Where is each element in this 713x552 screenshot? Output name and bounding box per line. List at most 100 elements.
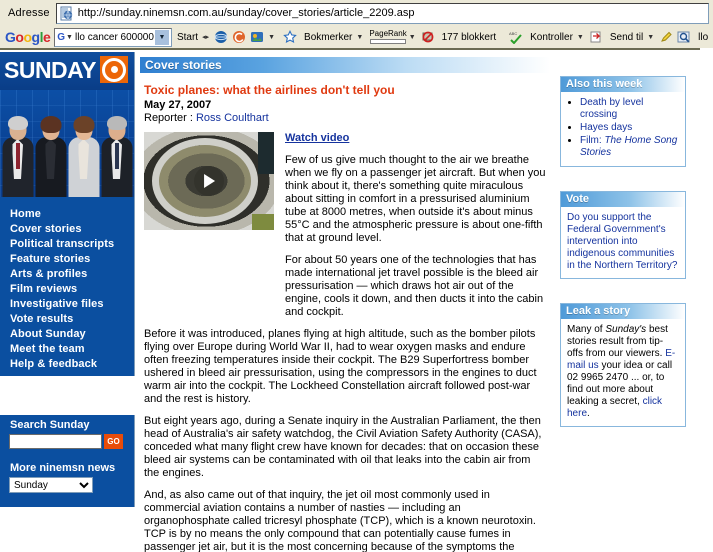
also-link-2[interactable]: Hayes days [580, 122, 632, 133]
article-paragraph-2: For about 50 years one of the technologi… [285, 254, 544, 318]
search-web-icon[interactable] [214, 30, 228, 44]
sidebar-item-film-reviews[interactable]: Film reviews [0, 282, 134, 297]
photos-icon[interactable] [250, 30, 264, 44]
toolbar-button-pagerank[interactable]: PageRank ▼ [366, 27, 418, 47]
leak-text-italic: Sunday's [605, 324, 647, 335]
vote-body: Do you support the Federal Government's … [561, 207, 685, 278]
also-this-week-panel: Also this week Death by level crossing H… [560, 76, 686, 167]
toolbar-button-spellcheck[interactable]: Kontroller ▼ [525, 27, 587, 47]
also-link-1[interactable]: Death by level crossing [580, 97, 643, 120]
popup-blocker-icon[interactable] [421, 30, 435, 44]
spellcheck-icon[interactable]: ABC [509, 30, 523, 45]
article-paragraph-3: Before it was introduced, planes flying … [144, 328, 537, 405]
toolbar-bookmarks-label: Bokmerker [304, 31, 353, 43]
presenter-3 [68, 116, 99, 197]
vote-panel: Vote Do you support the Federal Governme… [560, 191, 686, 279]
vote-question-link[interactable]: Do you support the Federal Government's … [567, 212, 677, 271]
watch-video-link[interactable]: Watch video [285, 132, 349, 144]
presenter-shirt [45, 139, 56, 179]
reporter-link[interactable]: Ross Coulthart [196, 112, 269, 124]
browser-window: Adresse http://sunday.ninemsn.com.au/sun… [0, 0, 713, 552]
google-toolbar: Google G ▼ llo cancer 600000 ▼ Start ◂▸ … [0, 26, 713, 49]
more-news-label: More ninemsn news [10, 462, 116, 474]
sidebar-item-investigative-files[interactable]: Investigative files [0, 297, 134, 312]
chevron-down-icon[interactable]: ▼ [645, 34, 654, 41]
toolbar-more-chevron-icon[interactable]: ▼ [266, 34, 275, 41]
presenter-hair [106, 116, 127, 130]
vertical-scrollbar[interactable] [700, 48, 713, 552]
article-date: May 27, 2007 [144, 99, 212, 111]
toolbar-button-start[interactable]: Start ◂▸ [172, 27, 212, 47]
search-input[interactable] [9, 434, 102, 449]
toolbar-button-blocked-count[interactable]: 177 blokkert [437, 27, 501, 47]
play-button-icon[interactable] [204, 174, 216, 188]
list-item[interactable]: Death by level crossing [580, 97, 679, 121]
chevron-down-icon[interactable]: ◂▸ [200, 33, 209, 41]
sidebar-item-vote-results[interactable]: Vote results [0, 312, 134, 327]
also-link-3[interactable]: Film: The Home Song Stories [580, 135, 677, 158]
address-url-text: http://sunday.ninemsn.com.au/sunday/cove… [77, 7, 415, 19]
address-bar-label: Adresse [8, 7, 50, 19]
sidebar-item-help-feedback[interactable]: Help & feedback [0, 357, 134, 372]
leak-a-story-panel: Leak a story Many of Sunday's best stori… [560, 303, 686, 427]
sidebar-item-home[interactable]: Home [0, 207, 134, 222]
article-paragraph-1: Few of us give much thought to the air w… [285, 154, 546, 244]
leak-text-1: Many of [567, 324, 606, 335]
presenter-2 [35, 116, 66, 197]
article-byline: Reporter : Ross Coulthart [144, 112, 546, 124]
svg-text:ABC: ABC [509, 31, 517, 36]
highlighter-icon[interactable] [659, 30, 673, 44]
send-to-icon[interactable] [589, 30, 603, 44]
google-search-input[interactable]: G ▼ llo cancer 600000 ▼ [54, 27, 172, 47]
find-word-icon[interactable] [677, 30, 691, 44]
article: Toxic planes: what the airlines don't te… [136, 73, 554, 552]
article-body: Before it was introduced, planes flying … [144, 328, 546, 552]
list-item[interactable]: Hayes days [580, 122, 679, 134]
page-viewport: SUNDAY Home Cover stories Political tran… [0, 48, 713, 552]
gmail-swirl-icon[interactable] [232, 30, 246, 44]
also-this-week-list: Death by level crossing Hayes days Film:… [567, 97, 679, 159]
sidebar-item-cover-stories[interactable]: Cover stories [0, 222, 134, 237]
chevron-down-icon[interactable]: ▼ [407, 34, 416, 41]
toolbar-button-send-to[interactable]: Send til ▼ [605, 27, 657, 47]
chevron-down-icon[interactable]: ▼ [354, 34, 363, 41]
pagerank-meter-icon: PageRank [369, 29, 407, 44]
leak-a-story-body: Many of Sunday's best stories result fro… [561, 319, 685, 426]
presenter-tie [114, 143, 119, 169]
toolbar-find-term-label: llo [698, 31, 709, 43]
chevron-down-icon[interactable]: ▼ [575, 34, 584, 41]
sidebar-nav: Home Cover stories Political transcripts… [0, 197, 135, 376]
also-link-3-text: Film: The Home Song Stories [580, 135, 678, 158]
section-header: Cover stories [140, 57, 550, 73]
brand-wordmark: SUNDAY [4, 57, 97, 83]
star-icon[interactable] [283, 30, 297, 44]
vote-title: Vote [561, 192, 685, 207]
sidebar-item-meet-the-team[interactable]: Meet the team [0, 342, 134, 357]
sidebar-search-panel: Search Sunday GO More ninemsn news Sunda… [0, 415, 135, 507]
sidebar-item-feature-stories[interactable]: Feature stories [0, 252, 134, 267]
sunday-circle-logo [100, 56, 128, 83]
logo-dot [110, 66, 118, 73]
reporter-label: Reporter : [144, 112, 196, 124]
search-go-button[interactable]: GO [104, 434, 123, 449]
article-paragraph-4: But eight years ago, during a Senate inq… [144, 415, 542, 479]
address-input[interactable]: http://sunday.ninemsn.com.au/sunday/cove… [55, 2, 709, 24]
leak-text-4: . [587, 408, 590, 419]
list-item[interactable]: Film: The Home Song Stories [580, 135, 679, 159]
left-sidebar: SUNDAY Home Cover stories Political tran… [0, 52, 136, 552]
address-bar-row: Adresse http://sunday.ninemsn.com.au/sun… [0, 0, 713, 27]
sidebar-item-arts-profiles[interactable]: Arts & profiles [0, 267, 134, 282]
chevron-down-icon[interactable]: ▼ [66, 34, 75, 41]
sidebar-item-political-transcripts[interactable]: Political transcripts [0, 237, 134, 252]
pagerank-label: PageRank [369, 29, 407, 38]
toolbar-button-bookmarks[interactable]: Bokmerker ▼ [299, 27, 366, 47]
sunday-brand-banner: SUNDAY [0, 52, 135, 197]
google-history-dropdown-icon[interactable]: ▼ [153, 28, 170, 46]
video-and-lead: Watch video Few of us give much thought … [144, 132, 546, 328]
sidebar-item-about-sunday[interactable]: About Sunday [0, 327, 134, 342]
jet-engine-video-thumbnail[interactable] [144, 132, 274, 230]
toolbar-button-find-term[interactable]: llo [693, 27, 713, 47]
thumb-grass [252, 214, 274, 230]
toolbar-send-to-label: Send til [609, 31, 644, 43]
more-news-select[interactable]: Sunday [9, 477, 93, 493]
